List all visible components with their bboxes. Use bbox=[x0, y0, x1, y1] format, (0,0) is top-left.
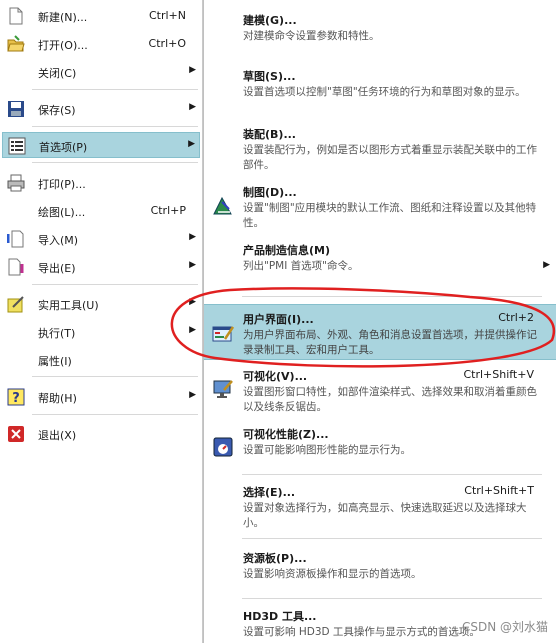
new-file-icon bbox=[7, 7, 25, 25]
svg-text:?: ? bbox=[12, 391, 20, 406]
menu-item-import[interactable]: 导入(M) ▶ bbox=[2, 226, 200, 252]
submenu-item-assembly[interactable]: 装配(B)... 设置装配行为，例如是否以图形方式着重显示装配关联中的工作部件。 bbox=[204, 120, 556, 178]
save-icon bbox=[7, 100, 25, 118]
separator bbox=[242, 538, 542, 539]
menu-item-export[interactable]: 导出(E) ▶ bbox=[2, 254, 200, 280]
submenu-arrow-icon: ▶ bbox=[189, 390, 196, 400]
menu-item-close[interactable]: 关闭(C) ▶ bbox=[2, 59, 200, 85]
separator bbox=[32, 376, 198, 377]
submenu-arrow-icon: ▶ bbox=[189, 297, 196, 307]
submenu-item-visualization[interactable]: 可视化(V)... Ctrl+Shift+V 设置图形窗口特性，如部件渲染样式、… bbox=[204, 362, 556, 420]
exit-icon bbox=[7, 425, 25, 443]
drafting-icon bbox=[212, 194, 234, 216]
menu-item-preferences[interactable]: 首选项(P) ▶ bbox=[2, 132, 200, 158]
submenu-item-drafting[interactable]: 制图(D)... 设置"制图"应用模块的默认工作流、图纸和注释设置以及其他特性。 bbox=[204, 178, 556, 236]
submenu-arrow-icon: ▶ bbox=[189, 232, 196, 242]
utilities-icon bbox=[7, 295, 25, 313]
menu-item-new[interactable]: 新建(N)... Ctrl+N bbox=[2, 3, 200, 29]
preferences-icon bbox=[8, 137, 26, 155]
submenu-item-visualization-performance[interactable]: 可视化性能(Z)... 设置可能影响图形性能的显示行为。 bbox=[204, 422, 556, 466]
menu-item-help[interactable]: ? 帮助(H) ▶ bbox=[2, 384, 200, 410]
help-icon: ? bbox=[7, 388, 25, 406]
submenu-item-selection[interactable]: 选择(E)... Ctrl+Shift+T 设置对象选择行为，如高亮显示、快速选… bbox=[204, 478, 556, 536]
menu-item-open[interactable]: 打开(O)... Ctrl+O bbox=[2, 31, 200, 57]
visualization-icon bbox=[212, 378, 234, 400]
menu-item-print[interactable]: 打印(P)... bbox=[2, 170, 200, 196]
submenu-arrow-icon: ▶ bbox=[189, 65, 196, 75]
submenu-item-pmi[interactable]: 产品制造信息(M) 列出"PMI 首选项"命令。 ▶ bbox=[204, 238, 556, 282]
separator bbox=[32, 284, 198, 285]
separator bbox=[32, 162, 198, 163]
submenu-arrow-icon: ▶ bbox=[543, 260, 550, 270]
visualization-performance-icon bbox=[212, 436, 234, 458]
open-folder-icon bbox=[7, 35, 25, 53]
separator bbox=[242, 474, 542, 475]
submenu-item-sketch[interactable]: 草图(S)... 设置首选项以控制"草图"任务环境的行为和草图对象的显示。 bbox=[204, 62, 556, 114]
submenu-item-resource-bar[interactable]: 资源板(P)... 设置影响资源板操作和显示的首选项。 bbox=[204, 544, 556, 588]
user-interface-icon bbox=[212, 323, 235, 345]
menu-item-utilities[interactable]: 实用工具(U) ▶ bbox=[2, 291, 200, 317]
menu-item-save[interactable]: 保存(S) ▶ bbox=[2, 96, 200, 122]
watermark: CSDN @刘水猫 bbox=[461, 620, 548, 634]
print-icon bbox=[7, 174, 25, 192]
submenu-item-modeling[interactable]: 建模(G)... 对建模命令设置参数和特性。 bbox=[204, 4, 556, 56]
menu-item-exit[interactable]: 退出(X) bbox=[2, 421, 200, 447]
menu-item-properties[interactable]: 属性(I) bbox=[2, 347, 200, 373]
export-icon bbox=[7, 258, 25, 276]
menu-item-execute[interactable]: 执行(T) ▶ bbox=[2, 319, 200, 345]
separator bbox=[32, 414, 198, 415]
separator bbox=[32, 89, 198, 90]
file-menu: 新建(N)... Ctrl+N 打开(O)... Ctrl+O 关闭(C) ▶ … bbox=[0, 0, 203, 643]
preferences-submenu: 建模(G)... 对建模命令设置参数和特性。 草图(S)... 设置首选项以控制… bbox=[203, 0, 556, 643]
separator bbox=[242, 296, 542, 297]
separator bbox=[242, 598, 542, 599]
submenu-item-user-interface[interactable]: 用户界面(I)... Ctrl+2 为用户界面布局、外观、角色和消息设置首选项，… bbox=[204, 304, 556, 360]
submenu-arrow-icon: ▶ bbox=[189, 325, 196, 335]
submenu-arrow-icon: ▶ bbox=[189, 260, 196, 270]
import-icon bbox=[6, 230, 25, 248]
menu-item-plot[interactable]: 绘图(L)... Ctrl+P bbox=[2, 198, 200, 224]
separator bbox=[32, 126, 198, 127]
submenu-arrow-icon: ▶ bbox=[188, 139, 195, 149]
submenu-arrow-icon: ▶ bbox=[189, 102, 196, 112]
